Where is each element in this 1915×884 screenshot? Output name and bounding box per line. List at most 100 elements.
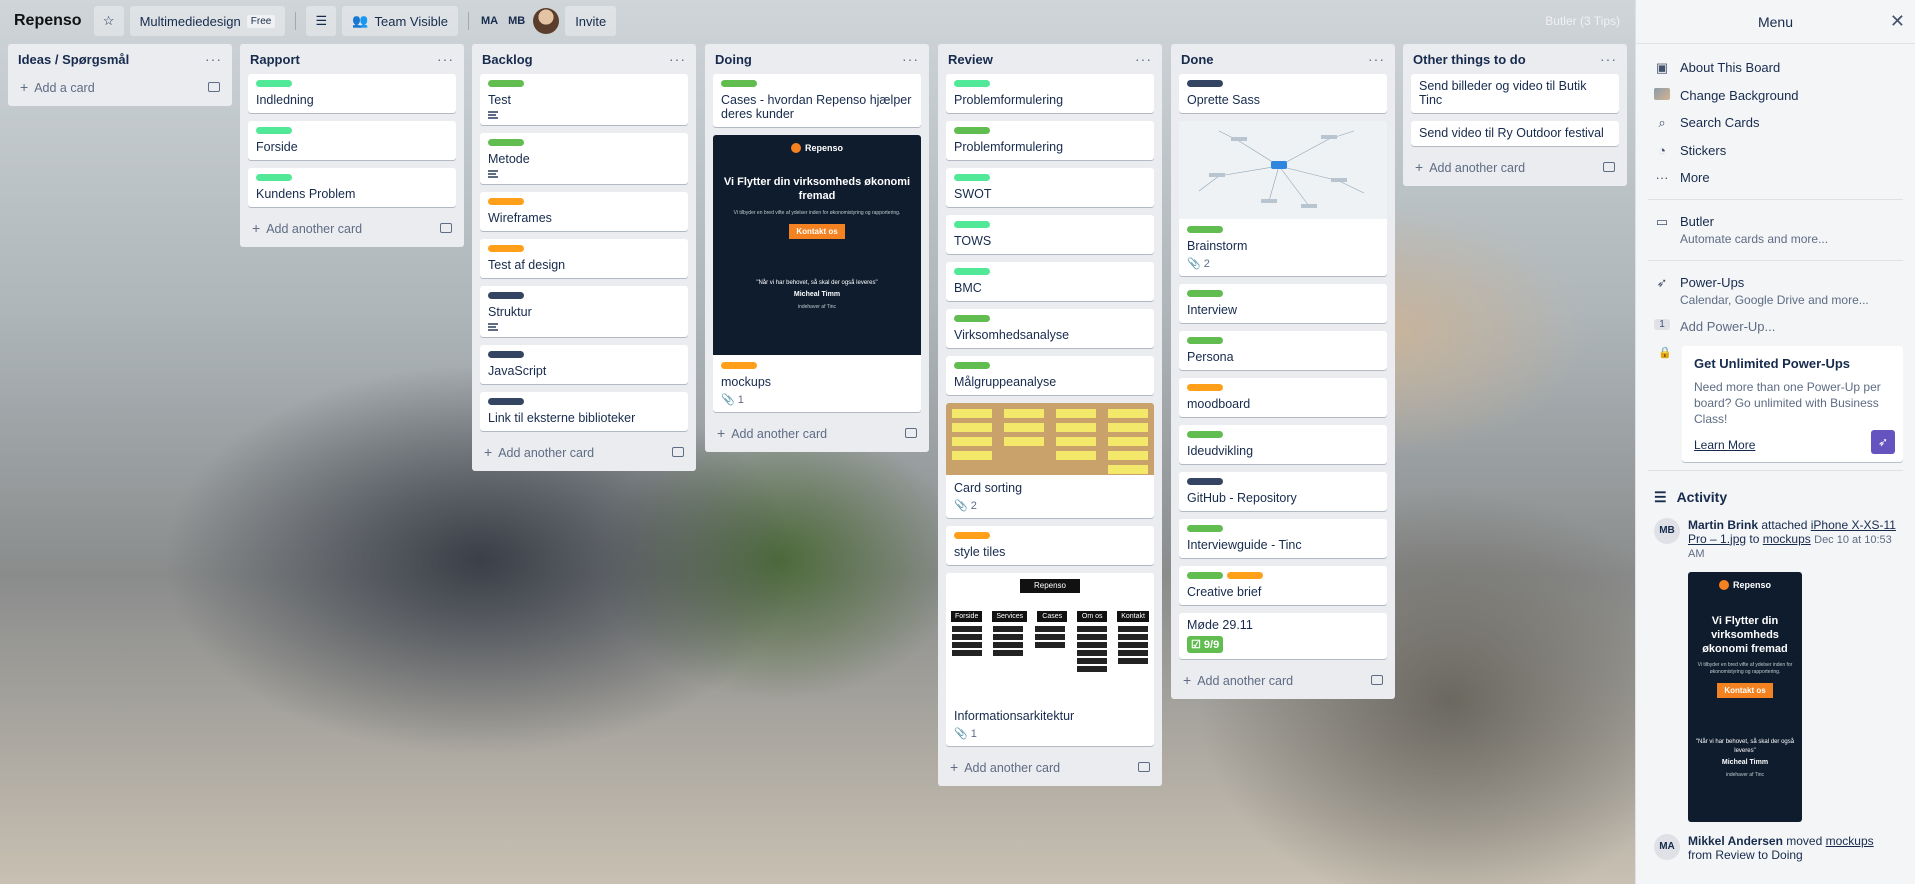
menu-item-search[interactable]: ⌕ Search Cards xyxy=(1648,109,1903,137)
template-icon[interactable] xyxy=(1138,762,1150,772)
label-green[interactable] xyxy=(954,127,990,134)
list-title[interactable]: Doing xyxy=(715,52,752,67)
menu-item-stickers[interactable]: ◔ Stickers xyxy=(1648,137,1903,164)
member-avatar[interactable]: MA xyxy=(479,15,500,27)
label-navy[interactable] xyxy=(1187,80,1223,87)
card[interactable]: Målgruppeanalyse xyxy=(946,356,1154,395)
card[interactable]: Problemformulering xyxy=(946,121,1154,160)
card[interactable]: Send video til Ry Outdoor festival xyxy=(1411,121,1619,146)
template-icon[interactable] xyxy=(905,428,917,438)
board-menu-icon[interactable]: ☰ xyxy=(306,6,337,36)
team-button[interactable]: Multimediedesign Free xyxy=(129,6,286,36)
card[interactable]: JavaScript xyxy=(480,345,688,384)
card[interactable]: Virksomhedsanalyse xyxy=(946,309,1154,348)
card[interactable]: Creative brief xyxy=(1179,566,1387,605)
card[interactable]: Ideudvikling xyxy=(1179,425,1387,464)
card[interactable]: Interviewguide - Tinc xyxy=(1179,519,1387,558)
card[interactable]: Persona xyxy=(1179,331,1387,370)
card[interactable]: Brainstorm 📎 2 xyxy=(1179,121,1387,276)
label-teal[interactable] xyxy=(954,268,990,275)
member-photo-avatar[interactable] xyxy=(533,8,560,34)
card[interactable]: Møde 29.11 ☑ 9/9 xyxy=(1179,613,1387,659)
card[interactable]: Cases - hvordan Repenso hjælper deres ku… xyxy=(713,74,921,127)
card[interactable]: Repenso Vi Flytter din virksomheds økonom… xyxy=(713,135,921,412)
star-icon[interactable]: ☆ xyxy=(93,6,124,36)
template-icon[interactable] xyxy=(1371,675,1383,685)
more-icon[interactable]: ··· xyxy=(1135,51,1152,67)
list-title[interactable]: Rapport xyxy=(250,52,300,67)
menu-item-butler[interactable]: ▭ Butler Automate cards and more... xyxy=(1648,208,1903,252)
card[interactable]: SWOT xyxy=(946,168,1154,207)
menu-item-more[interactable]: ··· More xyxy=(1648,164,1903,191)
add-card-button[interactable]: + Add another card xyxy=(248,215,456,241)
label-green[interactable] xyxy=(1187,226,1223,233)
add-powerup[interactable]: 1 Add Power-Up... xyxy=(1648,313,1903,340)
invite-button[interactable]: Invite xyxy=(565,6,617,36)
label-green[interactable] xyxy=(1187,525,1223,532)
label-teal[interactable] xyxy=(256,127,292,134)
list-title[interactable]: Done xyxy=(1181,52,1214,67)
list-title[interactable]: Other things to do xyxy=(1413,52,1526,67)
label-green[interactable] xyxy=(721,80,757,87)
menu-item-powerups[interactable]: ➶ Power-Ups Calendar, Google Drive and mor… xyxy=(1648,269,1903,313)
label-green[interactable] xyxy=(954,315,990,322)
card[interactable]: TOWS xyxy=(946,215,1154,254)
template-icon[interactable] xyxy=(208,82,220,92)
card[interactable]: Test xyxy=(480,74,688,125)
card[interactable]: Oprette Sass xyxy=(1179,74,1387,113)
label-teal[interactable] xyxy=(954,174,990,181)
visibility-button[interactable]: 👥 Team Visible xyxy=(342,6,458,36)
card[interactable]: Card sorting 📎 2 xyxy=(946,403,1154,518)
list-title[interactable]: Backlog xyxy=(482,52,533,67)
avatar[interactable]: MA xyxy=(1654,833,1680,860)
card[interactable]: style tiles xyxy=(946,526,1154,565)
label-teal[interactable] xyxy=(256,174,292,181)
card[interactable]: Wireframes xyxy=(480,192,688,231)
label-navy[interactable] xyxy=(488,292,524,299)
more-icon[interactable]: ··· xyxy=(205,51,222,67)
activity-user[interactable]: Martin Brink xyxy=(1688,518,1758,532)
add-card-button[interactable]: + Add another card xyxy=(713,420,921,446)
label-green[interactable] xyxy=(488,139,524,146)
close-icon[interactable]: ✕ xyxy=(1890,11,1905,32)
board-name[interactable]: Repenso xyxy=(8,12,88,30)
template-icon[interactable] xyxy=(1603,162,1615,172)
card[interactable]: moodboard xyxy=(1179,378,1387,417)
more-icon[interactable]: ··· xyxy=(1368,51,1385,67)
avatar[interactable]: MB xyxy=(1654,517,1680,544)
card[interactable]: Indledning xyxy=(248,74,456,113)
card[interactable]: Forside xyxy=(248,121,456,160)
label-green[interactable] xyxy=(1187,572,1223,579)
label-teal[interactable] xyxy=(954,221,990,228)
label-orange[interactable] xyxy=(954,532,990,539)
activity-user[interactable]: Mikkel Andersen xyxy=(1688,834,1783,848)
card[interactable]: Link til eksterne biblioteker xyxy=(480,392,688,431)
add-card-button[interactable]: + Add another card xyxy=(1179,667,1387,693)
label-teal[interactable] xyxy=(954,80,990,87)
label-green[interactable] xyxy=(1187,290,1223,297)
label-navy[interactable] xyxy=(1187,478,1223,485)
more-icon[interactable]: ··· xyxy=(437,51,454,67)
label-orange[interactable] xyxy=(488,198,524,205)
menu-item-about[interactable]: ▣ About This Board xyxy=(1648,54,1903,82)
label-teal[interactable] xyxy=(256,80,292,87)
label-navy[interactable] xyxy=(488,398,524,405)
card-link[interactable]: mockups xyxy=(1763,532,1811,546)
butler-tips[interactable]: Butler (3 Tips) xyxy=(1545,14,1620,28)
template-icon[interactable] xyxy=(440,223,452,233)
card[interactable]: Problemformulering xyxy=(946,74,1154,113)
card[interactable]: Struktur xyxy=(480,286,688,337)
add-card-button[interactable]: + Add another card xyxy=(480,439,688,465)
attachment-preview[interactable]: Repenso Vi Flytter din virksomheds økono… xyxy=(1688,571,1802,822)
label-green[interactable] xyxy=(1187,431,1223,438)
member-avatar[interactable]: MB xyxy=(506,15,527,27)
menu-item-background[interactable]: Change Background xyxy=(1648,82,1903,109)
add-card-button[interactable]: + Add another card xyxy=(1411,154,1619,180)
label-green[interactable] xyxy=(954,362,990,369)
more-icon[interactable]: ··· xyxy=(669,51,686,67)
label-orange[interactable] xyxy=(1187,384,1223,391)
card[interactable]: BMC xyxy=(946,262,1154,301)
more-icon[interactable]: ··· xyxy=(1600,51,1617,67)
label-green[interactable] xyxy=(1187,337,1223,344)
more-icon[interactable]: ··· xyxy=(902,51,919,67)
